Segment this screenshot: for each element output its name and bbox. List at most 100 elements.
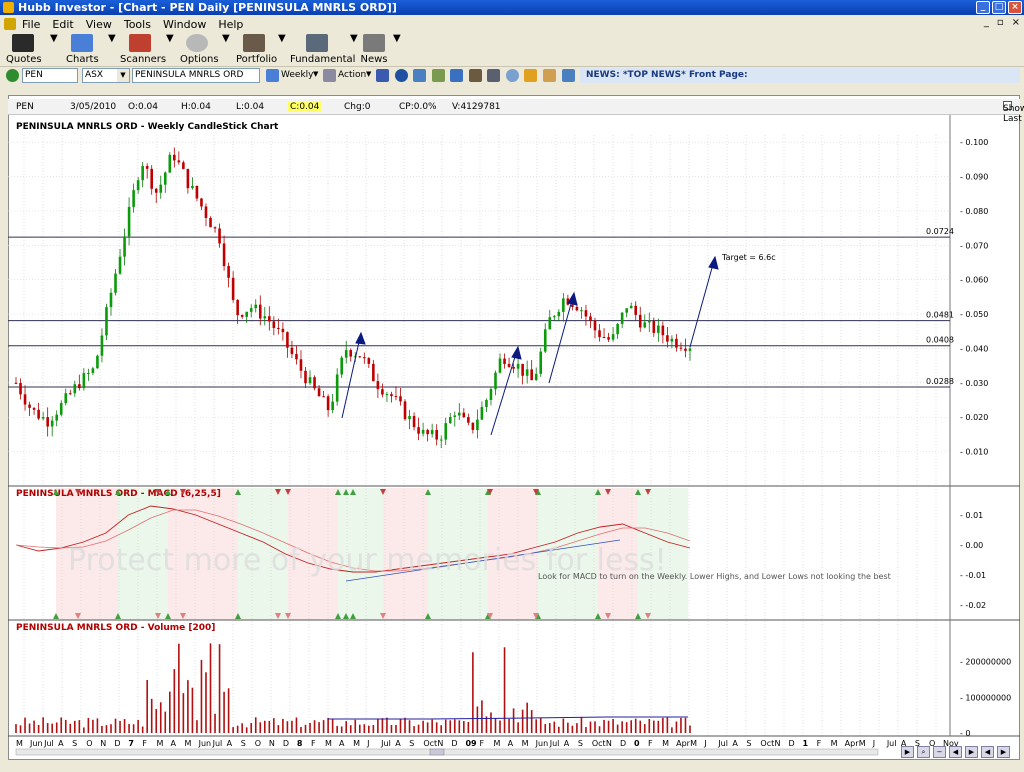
volume-bar <box>684 717 687 733</box>
volume-bar <box>155 709 158 733</box>
news-dropdown-arrow[interactable]: ▼ <box>393 33 401 44</box>
x-axis-label: D <box>620 739 626 748</box>
period-select[interactable]: Weekly <box>281 70 313 80</box>
scanners-button[interactable]: Scanners <box>120 33 166 65</box>
portfolio-dropdown-arrow[interactable]: ▼ <box>278 33 286 44</box>
menu-tools[interactable]: Tools <box>124 18 151 31</box>
star-icon[interactable] <box>524 69 537 82</box>
go-icon[interactable] <box>6 69 19 82</box>
candle-body <box>412 416 416 428</box>
volume-bar <box>146 679 148 733</box>
charts-button[interactable]: Charts <box>66 33 99 65</box>
candle-body <box>200 198 203 207</box>
close-button[interactable]: × <box>1008 1 1022 14</box>
candle-body <box>272 321 276 328</box>
volume-bar <box>476 706 479 733</box>
candle-body <box>589 316 592 321</box>
volume-tick-label: - 100000000 <box>960 693 1011 702</box>
volume-bar <box>494 718 497 733</box>
portfolio-icon <box>243 34 265 52</box>
scroll-last-icon[interactable]: ▶ <box>965 746 978 758</box>
volume-bar <box>327 717 329 733</box>
menu-bar: File Edit View Tools Window Help _ ▫ × <box>0 15 1024 33</box>
news-ticker[interactable]: NEWS: *TOP NEWS* Front Page: <box>580 68 1020 83</box>
action-dropdown-arrow[interactable]: ▼ <box>366 70 371 78</box>
maximize-button[interactable]: □ <box>992 1 1006 14</box>
exchange-dropdown-arrow[interactable]: ▼ <box>117 69 129 82</box>
candle-body <box>14 382 18 384</box>
x-axis-label: M <box>156 739 163 748</box>
scroll-right-icon[interactable]: ▶ <box>901 746 914 758</box>
lightbulb-icon[interactable] <box>506 69 519 82</box>
step-back-icon[interactable]: ◀ <box>981 746 994 758</box>
support-resistance-label: 0.0288 <box>926 377 954 386</box>
palette-icon[interactable] <box>543 69 556 82</box>
volume-bar <box>28 723 31 733</box>
volume-bar <box>291 720 293 733</box>
fundamental-dropdown-arrow[interactable]: ▼ <box>350 33 358 44</box>
candle-body <box>145 166 149 169</box>
candle-body <box>186 168 190 189</box>
menu-window[interactable]: Window <box>163 18 206 31</box>
globe-icon[interactable] <box>395 69 408 82</box>
candle-body <box>150 168 154 189</box>
candle-body <box>281 328 285 333</box>
news-button[interactable]: News <box>360 33 388 65</box>
hammer-icon[interactable] <box>469 69 482 82</box>
tools-icon[interactable] <box>432 69 445 82</box>
x-axis-label: M <box>353 739 360 748</box>
menu-file[interactable]: File <box>22 18 40 31</box>
volume-bar <box>137 719 139 733</box>
save-icon[interactable] <box>376 69 389 82</box>
macd-tick-label: - -0.02 <box>960 601 986 610</box>
charts-dropdown-arrow[interactable]: ▼ <box>108 33 116 44</box>
candle-body <box>344 350 348 358</box>
x-axis-label: F <box>142 739 147 748</box>
monitor-icon[interactable] <box>413 69 426 82</box>
x-axis-label: N <box>437 739 443 748</box>
volume-bar <box>322 720 325 733</box>
period-dropdown-arrow[interactable]: ▼ <box>313 70 318 78</box>
menu-view[interactable]: View <box>86 18 112 31</box>
portfolio-button[interactable]: Portfolio <box>236 33 277 65</box>
mdi-close-button[interactable]: × <box>1012 17 1020 28</box>
quotes-icon <box>12 34 34 52</box>
quotes-dropdown-arrow[interactable]: ▼ <box>50 33 58 44</box>
options-button[interactable]: Options <box>180 33 219 65</box>
alert-icon[interactable] <box>450 69 463 82</box>
volume-bar <box>413 726 415 733</box>
volume-bar <box>603 719 605 733</box>
scroll-first-icon[interactable]: ◀ <box>949 746 962 758</box>
fundamental-button[interactable]: Fundamental <box>290 33 355 65</box>
volume-bar <box>567 722 569 733</box>
step-forward-icon[interactable]: ▶ <box>997 746 1010 758</box>
volume-bar <box>639 720 642 733</box>
exchange-select[interactable]: ASX ▼ <box>82 68 130 83</box>
draw-line-icon[interactable] <box>487 69 500 82</box>
code-input[interactable]: PEN <box>22 68 78 83</box>
settings-icon[interactable] <box>562 69 575 82</box>
action-menu[interactable]: Action <box>338 70 366 80</box>
zoom-out-icon[interactable]: − <box>933 746 946 758</box>
minimize-button[interactable]: _ <box>976 1 990 14</box>
trend-arrowhead-2 <box>511 345 522 360</box>
volume-bar <box>150 698 153 733</box>
candle-body <box>109 292 113 308</box>
mdi-restore-button[interactable]: ▫ <box>997 17 1004 28</box>
scrollbar-thumb <box>429 748 445 756</box>
scanners-dropdown-arrow[interactable]: ▼ <box>166 33 174 44</box>
window-titlebar: Hubb Investor - [Chart - PEN Daily [PENI… <box>0 0 1024 15</box>
chart-canvas[interactable]: PENINSULA MNRLS ORD - Weekly CandleStick… <box>8 115 1020 760</box>
security-name-field[interactable]: PENINSULA MNRLS ORD <box>132 68 260 83</box>
support-resistance-label: 0.0481 <box>926 311 954 320</box>
menu-edit[interactable]: Edit <box>52 18 73 31</box>
quotes-button[interactable]: Quotes <box>6 33 42 65</box>
mdi-minimize-button[interactable]: _ <box>984 17 989 28</box>
zoom-icon[interactable]: ⌕ <box>917 746 930 758</box>
candle-body <box>358 356 362 358</box>
x-axis-label: S <box>72 739 77 748</box>
macd-tick-label: - 0.01 <box>960 511 983 520</box>
show-last-checkbox[interactable]: Show Last <box>1003 101 1024 124</box>
menu-help[interactable]: Help <box>218 18 243 31</box>
options-dropdown-arrow[interactable]: ▼ <box>222 33 230 44</box>
